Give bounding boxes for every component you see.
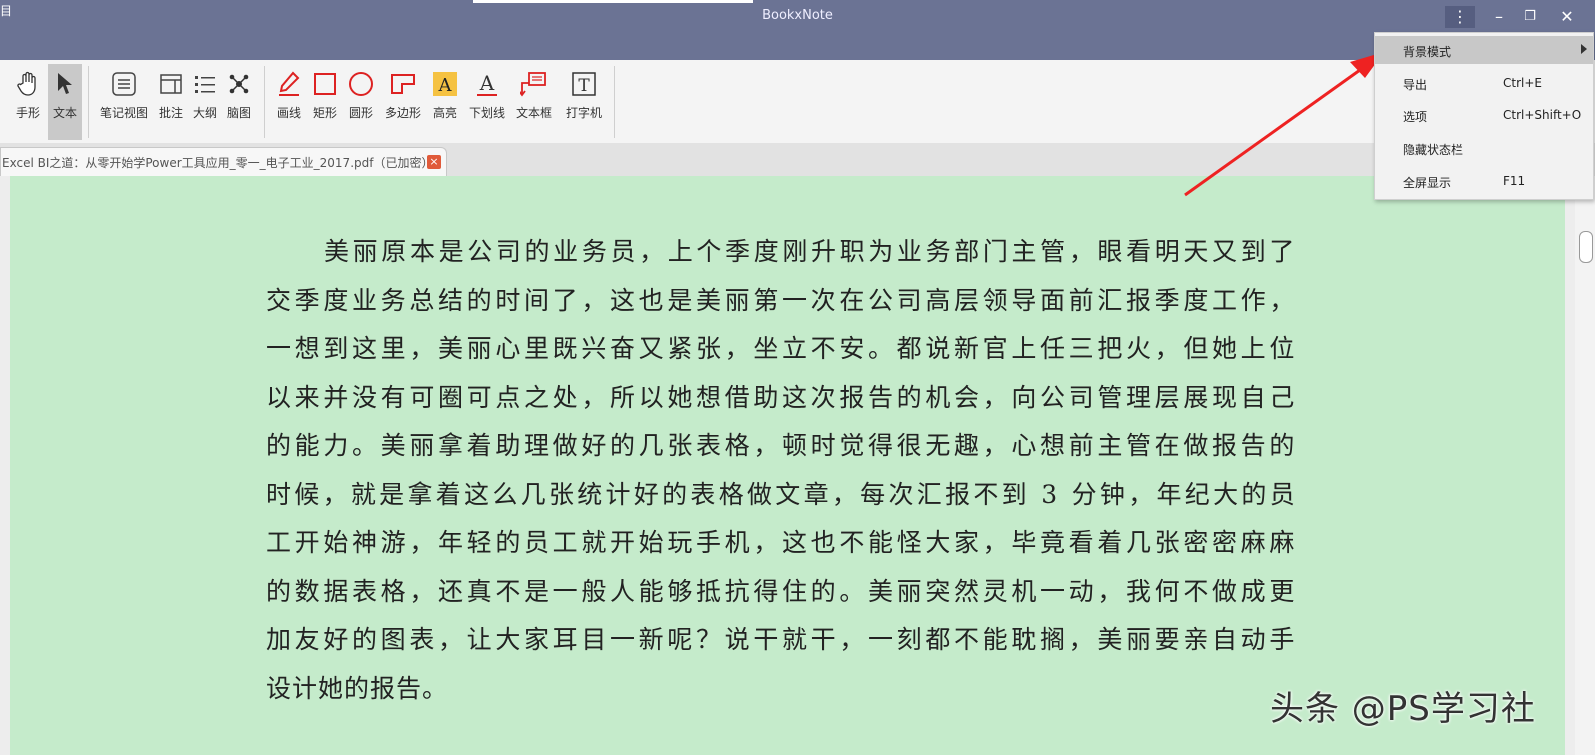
menu-item-fullscreen[interactable]: 全屏显示 F11 — [1375, 167, 1593, 195]
scrollbar-thumb[interactable] — [1579, 231, 1593, 263]
tool-label: 批注 — [158, 106, 183, 120]
pdf-page[interactable]: 美丽原本是公司的业务员，上个季度刚升职为业务部门主管，眼看明天又到了 交季度业务… — [10, 176, 1565, 755]
tool-label: 打字机 — [565, 106, 602, 120]
annotation-icon — [156, 64, 186, 104]
text-line[interactable]: 工开始神游，年轻的员工就开始玩手机，这也不能怪大家，毕竟看着几张密密麻麻 — [266, 519, 1306, 568]
text-line[interactable]: 美丽原本是公司的业务员，上个季度刚升职为业务部门主管，眼看明天又到了 — [266, 228, 1306, 277]
text-line[interactable]: 加友好的图表，让大家耳目一新呢？说干就干，一刻都不能耽搁，美丽要亲自动手 — [266, 616, 1306, 665]
tool-label: 文本 — [52, 106, 77, 120]
toolbar: 手形 文本 笔记视图 批注 大纲 脑图 画线 矩形 圆形 多边形 A 高亮 A … — [0, 60, 1595, 144]
tool-rectangle[interactable]: 矩形 — [310, 64, 340, 140]
tool-circle[interactable]: 圆形 — [346, 64, 376, 140]
text-line[interactable]: 以来并没有可圈可点之处，所以她想借助这次报告的机会，向公司管理层展现自己 — [266, 374, 1306, 423]
tool-label: 画线 — [276, 106, 301, 120]
text-line[interactable]: 时候，就是拿着这么几张统计好的表格做文章，每次汇报不到 3 分钟，年纪大的员 — [266, 471, 1306, 520]
tab-document[interactable]: Excel BI之道：从零开始学Power工具应用_零一_电子工业_2017.p… — [0, 147, 447, 177]
polygon-icon — [382, 64, 424, 104]
restore-icon[interactable]: ❐ — [1515, 6, 1545, 28]
menu-item-export[interactable]: 导出 Ctrl+E — [1375, 69, 1593, 97]
text-line[interactable]: 交季度业务总结的时间了，这也是美丽第一次在公司高层领导面前汇报季度工作， — [266, 277, 1306, 326]
window-title: BookxNote — [762, 8, 833, 23]
vertical-scrollbar[interactable] — [1575, 176, 1595, 755]
tool-polygon[interactable]: 多边形 — [382, 64, 424, 140]
tool-label: 脑图 — [226, 106, 251, 120]
tool-annotation[interactable]: 批注 — [156, 64, 186, 140]
tool-outline[interactable]: 大纲 — [190, 64, 220, 140]
mindmap-icon — [224, 64, 254, 104]
menu-item-shortcut: Ctrl+E — [1503, 76, 1542, 90]
highlight-icon: A — [428, 64, 462, 104]
options-menu: 背景模式 导出 Ctrl+E 选项 Ctrl+Shift+O 隐藏状态栏 全屏显… — [1374, 32, 1594, 200]
text-line[interactable]: 设计她的报告。 — [266, 665, 1306, 714]
menu-item-background-mode[interactable]: 背景模式 — [1375, 36, 1593, 64]
tool-mindmap[interactable]: 脑图 — [224, 64, 254, 140]
svg-text:A: A — [438, 75, 453, 96]
toolbar-divider — [264, 66, 265, 138]
typewriter-icon: T — [562, 64, 606, 104]
menu-item-label: 全屏显示 — [1403, 176, 1452, 190]
textbox-icon — [512, 64, 556, 104]
tool-notes-view[interactable]: 笔记视图 — [96, 64, 152, 140]
menu-item-label: 导出 — [1403, 78, 1428, 92]
menu-item-shortcut: Ctrl+Shift+O — [1503, 108, 1582, 122]
circle-icon — [346, 64, 376, 104]
menu-item-options[interactable]: 选项 Ctrl+Shift+O — [1375, 101, 1593, 129]
submenu-arrow-icon — [1581, 44, 1587, 54]
hand-icon — [8, 64, 48, 104]
toolbar-divider — [88, 66, 89, 138]
svg-text:T: T — [578, 76, 590, 96]
toolbar-divider — [614, 66, 615, 138]
tool-label: 多边形 — [384, 106, 421, 120]
menu-item-label: 背景模式 — [1403, 45, 1452, 59]
pen-icon — [274, 64, 304, 104]
tool-label: 高亮 — [432, 106, 457, 120]
tool-label: 矩形 — [312, 106, 337, 120]
tab-bar: Excel BI之道：从零开始学Power工具应用_零一_电子工业_2017.p… — [0, 143, 1595, 177]
title-bar: 目 BookxNote ⋮ – ❐ ✕ — [0, 0, 1595, 60]
document-paragraph[interactable]: 美丽原本是公司的业务员，上个季度刚升职为业务部门主管，眼看明天又到了 交季度业务… — [266, 228, 1306, 713]
minimize-icon[interactable]: – — [1484, 6, 1514, 28]
tool-underline[interactable]: A 下划线 — [466, 64, 508, 140]
underline-icon: A — [466, 64, 508, 104]
tool-typewriter[interactable]: T 打字机 — [562, 64, 606, 140]
close-icon[interactable]: ✕ — [1552, 6, 1582, 28]
tool-label: 手形 — [15, 106, 40, 120]
menu-item-label: 隐藏状态栏 — [1403, 143, 1464, 157]
text-line[interactable]: 一想到这里，美丽心里既兴奋又紧张，坐立不安。都说新官上任三把火，但她上位 — [266, 325, 1306, 374]
notes-view-icon — [96, 64, 152, 104]
more-menu-icon[interactable]: ⋮ — [1445, 6, 1475, 28]
text-line[interactable]: 的能力。美丽拿着助理做好的几张表格，顿时觉得很无趣，心想前主管在做报告的 — [266, 422, 1306, 471]
title-bar-highlight — [473, 0, 753, 3]
rectangle-icon — [310, 64, 340, 104]
tool-pen[interactable]: 画线 — [274, 64, 304, 140]
text-line[interactable]: 的数据表格，还真不是一般人能够抵抗得住的。美丽突然灵机一动，我何不做成更 — [266, 568, 1306, 617]
tool-label: 笔记视图 — [99, 106, 148, 120]
menu-item-shortcut: F11 — [1503, 174, 1526, 188]
menu-item-hide-status-bar[interactable]: 隐藏状态栏 — [1375, 134, 1593, 162]
tool-hand[interactable]: 手形 — [8, 64, 48, 140]
tool-label: 大纲 — [192, 106, 217, 120]
document-viewport[interactable]: 美丽原本是公司的业务员，上个季度刚升职为业务部门主管，眼看明天又到了 交季度业务… — [0, 176, 1575, 755]
menu-item-label: 选项 — [1403, 110, 1428, 124]
outline-icon — [190, 64, 220, 104]
tool-label: 文本框 — [515, 106, 552, 120]
close-tab-icon[interactable]: × — [427, 155, 441, 169]
watermark: 头条 @PS学习社 — [1270, 689, 1536, 729]
tab-label: Excel BI之道：从零开始学Power工具应用_零一_电子工业_2017.p… — [2, 156, 434, 170]
cursor-icon — [48, 64, 82, 104]
tool-text[interactable]: 文本 — [48, 64, 82, 140]
tool-label: 下划线 — [468, 106, 505, 120]
svg-text:A: A — [479, 71, 495, 95]
tool-label: 圆形 — [348, 106, 373, 120]
tool-textbox[interactable]: 文本框 — [512, 64, 556, 140]
tool-highlight[interactable]: A 高亮 — [428, 64, 462, 140]
